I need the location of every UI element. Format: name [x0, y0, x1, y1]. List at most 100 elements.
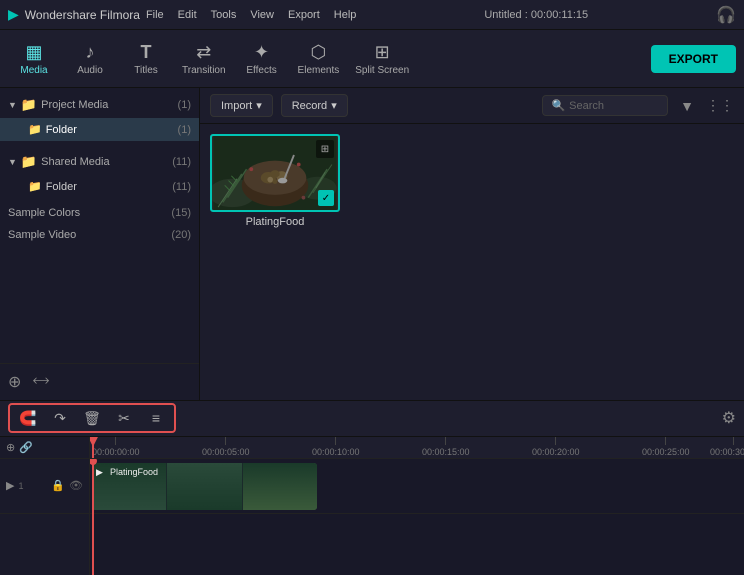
toolbar-splitscreen[interactable]: ⊞ Split Screen	[349, 33, 415, 85]
toolbar-splitscreen-label: Split Screen	[355, 65, 409, 76]
sample-video-label: Sample Video	[8, 229, 76, 241]
clip-play-icon: ▶	[96, 467, 103, 478]
toolbar-transition[interactable]: ⇄ Transition	[176, 33, 232, 85]
ruler-label-2: 00:00:10:00	[312, 447, 360, 457]
lock-track-icon[interactable]: 🔒	[51, 479, 65, 492]
playhead[interactable]	[92, 437, 94, 458]
headphone-icon[interactable]: 🎧	[716, 5, 736, 25]
shared-folder-child-icon: 📁	[28, 180, 42, 193]
track-controls: 🔒 👁	[51, 479, 83, 492]
shared-media-folder[interactable]: 📁 Folder (11)	[0, 175, 199, 198]
filter-icon[interactable]: ▼	[680, 98, 694, 114]
ruler-label-1: 00:00:05:00	[202, 447, 250, 457]
folder-icon: 📁	[21, 97, 37, 113]
import-chevron-icon: ▾	[256, 99, 262, 112]
ruler-tick-4: 00:00:20:00	[532, 437, 580, 457]
timeline-toolbar: 🧲 ↷ 🗑 ✂ ≡ ⚙	[0, 401, 744, 437]
menu-export[interactable]: Export	[288, 9, 320, 21]
menu-view[interactable]: View	[250, 9, 274, 21]
splitscreen-icon: ⊞	[375, 42, 390, 63]
project-media-folder[interactable]: 📁 Folder (1)	[0, 118, 199, 141]
search-box: 🔍	[542, 95, 668, 116]
project-media-folder-label: Folder	[46, 124, 77, 136]
toolbar-audio[interactable]: ♪ Audio	[64, 33, 116, 85]
project-media-header[interactable]: ▼ 📁 Project Media (1)	[0, 92, 199, 118]
media-item-platingfood[interactable]: ⊞ ✓ PlatingFood	[210, 134, 340, 228]
ruler-tick-1: 00:00:05:00	[202, 437, 250, 457]
thumbnail-check: ✓	[318, 190, 334, 206]
toolbar: ▦ Media ♪ Audio T Titles ⇄ Transition ✦ …	[0, 30, 744, 88]
split-tool[interactable]: ✂	[110, 404, 138, 432]
visibility-track-icon[interactable]: 👁	[69, 479, 83, 492]
audio-icon: ♪	[86, 42, 95, 63]
toolbar-elements-label: Elements	[298, 65, 340, 76]
toolbar-elements[interactable]: ⬡ Elements	[292, 33, 346, 85]
timeline-left-col: ⊕ 🔗 ▶ 1 🔒 👁	[0, 437, 90, 575]
sample-colors-item[interactable]: Sample Colors (15)	[0, 202, 199, 224]
magnet-tool[interactable]: 🧲	[14, 404, 42, 432]
add-media-icon[interactable]: ⊕	[8, 372, 21, 392]
menu-file[interactable]: File	[146, 9, 164, 21]
record-chevron-icon: ▾	[331, 99, 337, 112]
arrow-icon-2: ▼	[8, 157, 17, 167]
clip-label-platingfood: PlatingFood	[110, 467, 158, 477]
project-media-label: Project Media	[41, 99, 108, 111]
ruler-label-6: 00:00:30:00	[710, 447, 744, 457]
export-button[interactable]: EXPORT	[651, 45, 736, 73]
ruler-label-0: 00:00:00:00	[92, 447, 140, 457]
track-number: 1	[18, 481, 23, 491]
adjust-tool[interactable]: ≡	[142, 404, 170, 432]
menu-tools[interactable]: Tools	[211, 9, 237, 21]
titles-icon: T	[141, 42, 152, 63]
import-button[interactable]: Import ▾	[210, 94, 273, 117]
sample-video-item[interactable]: Sample Video (20)	[0, 224, 199, 246]
link-tracks-icon[interactable]: 🔗	[19, 441, 33, 454]
project-media-count: (1)	[178, 99, 191, 111]
toolbar-media-label: Media	[20, 65, 47, 76]
timeline-tracks-left: ▶ 1 🔒 👁	[0, 459, 89, 575]
project-media-section: ▼ 📁 Project Media (1) 📁 Folder (1)	[0, 88, 199, 145]
ruler-label-5: 00:00:25:00	[642, 447, 690, 457]
shared-media-folder-count: (11)	[172, 181, 191, 193]
sample-colors-count: (15)	[171, 207, 191, 219]
toolbar-media[interactable]: ▦ Media	[8, 33, 60, 85]
timeline: 🧲 ↷ 🗑 ✂ ≡ ⚙ ⊕ 🔗 ▶ 1 🔒 👁	[0, 400, 744, 575]
title-right: 🎧	[716, 5, 736, 25]
timeline-settings-icon[interactable]: ⚙	[722, 408, 736, 428]
sample-video-count: (20)	[171, 229, 191, 241]
search-input[interactable]	[569, 100, 659, 112]
add-track-icon[interactable]: ⊕	[6, 441, 15, 454]
grid-icon[interactable]: ⋮⋮	[706, 97, 734, 114]
elements-icon: ⬡	[311, 42, 327, 63]
left-panel: ▼ 📁 Project Media (1) 📁 Folder (1) ▼ 📁 S…	[0, 88, 200, 400]
folder-child-icon: 📁	[28, 123, 42, 136]
menu-help[interactable]: Help	[334, 9, 357, 21]
media-grid: ⊞ ✓ PlatingFood	[200, 124, 744, 400]
timeline-right-col: 00:00:00:00 00:00:05:00 00:00:10:00 00:0…	[90, 437, 744, 575]
toolbar-audio-label: Audio	[77, 65, 103, 76]
main-content: ▼ 📁 Project Media (1) 📁 Folder (1) ▼ 📁 S…	[0, 88, 744, 400]
project-media-folder-count: (1)	[178, 124, 191, 136]
delete-tool[interactable]: 🗑	[78, 404, 106, 432]
record-button[interactable]: Record ▾	[281, 94, 348, 117]
link-icon[interactable]: ⤢	[28, 370, 51, 393]
timeline-tracks: ▶ PlatingFood	[90, 459, 744, 575]
shared-media-header[interactable]: ▼ 📁 Shared Media (11)	[0, 149, 199, 175]
menu-edit[interactable]: Edit	[178, 9, 197, 21]
app-logo-icon: ▶	[8, 6, 19, 23]
media-item-label: PlatingFood	[246, 216, 305, 228]
redo-tool[interactable]: ↷	[46, 404, 74, 432]
thumbnail-overlay: ⊞	[316, 140, 334, 158]
ruler-tick-0: 00:00:00:00	[92, 437, 140, 457]
timeline-ruler: 00:00:00:00 00:00:05:00 00:00:10:00 00:0…	[90, 437, 744, 459]
ruler-tick-5: 00:00:25:00	[642, 437, 690, 457]
menu-bar: File Edit Tools View Export Help	[146, 9, 356, 21]
right-panel-toolbar: Import ▾ Record ▾ 🔍 ▼ ⋮⋮	[200, 88, 744, 124]
video-clip-platingfood[interactable]: ▶ PlatingFood	[92, 463, 317, 510]
toolbar-transition-label: Transition	[182, 65, 226, 76]
toolbar-effects[interactable]: ✦ Effects	[236, 33, 288, 85]
toolbar-effects-label: Effects	[246, 65, 276, 76]
timeline-tools-group: 🧲 ↷ 🗑 ✂ ≡	[8, 403, 176, 433]
title-bar: ▶ Wondershare Filmora File Edit Tools Vi…	[0, 0, 744, 30]
toolbar-titles[interactable]: T Titles	[120, 33, 172, 85]
